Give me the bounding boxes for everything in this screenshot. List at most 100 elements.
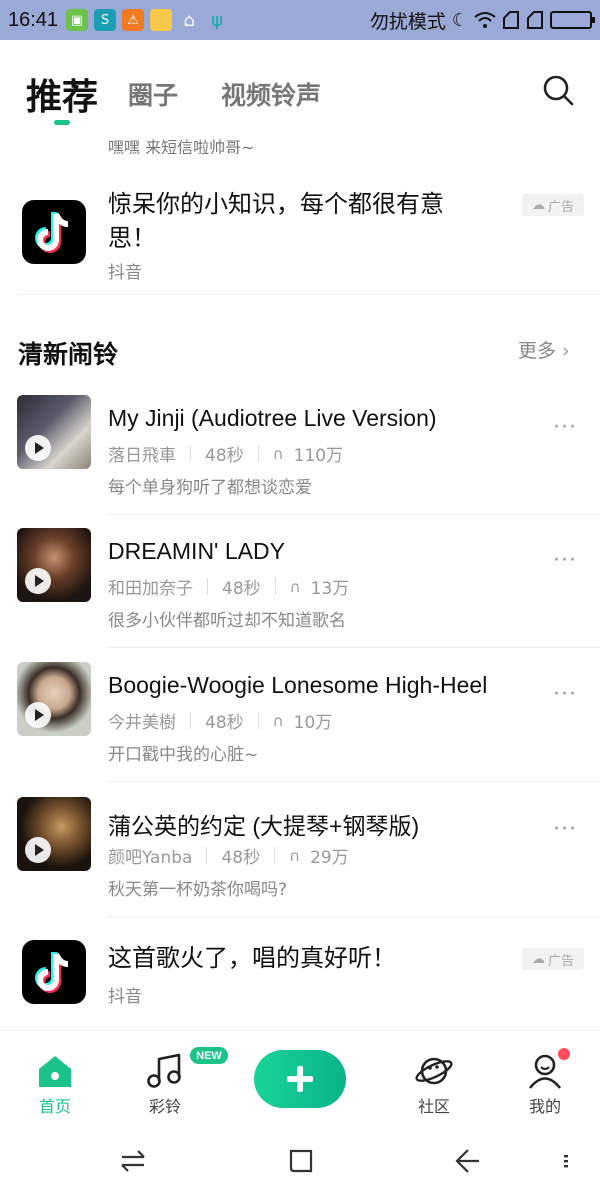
song-cover	[17, 395, 91, 469]
song-artist: 颜吧Yanba	[108, 848, 193, 868]
song-artist: 落日飛車	[108, 446, 176, 466]
ad-source: 抖音	[108, 987, 142, 1007]
switch-apps-icon[interactable]	[118, 1146, 148, 1176]
song-artist: 今井美樹	[108, 713, 176, 733]
song-title: DREAMIN' LADY	[108, 538, 285, 564]
wifi-icon	[474, 12, 496, 28]
ad-title: 惊呆你的小知识，每个都很有意思！	[108, 190, 444, 252]
ad-badge-label: 广告	[547, 199, 574, 215]
signal-icon	[503, 11, 519, 29]
more-options-icon[interactable]: ···	[553, 548, 577, 573]
divider	[108, 647, 600, 648]
planet-icon	[415, 1057, 453, 1085]
more-label: 更多	[518, 340, 557, 362]
list-item[interactable]: 蒲公英的约定 (大提琴+钢琴版) 颜吧Yanba 48秒 ∩ 29万 秋天第一杯…	[0, 797, 600, 917]
back-arrow-icon[interactable]	[452, 1146, 482, 1176]
divider	[108, 514, 600, 515]
status-time: 16:41	[8, 8, 59, 31]
play-icon[interactable]	[25, 837, 51, 863]
warning-icon: ⚠	[122, 9, 145, 31]
section-title: 清新闹铃	[18, 340, 119, 369]
ad-source: 抖音	[108, 263, 142, 283]
dnd-label: 勿扰模式	[369, 10, 446, 33]
song-meta: 今井美樹 48秒 ∩ 10万	[108, 708, 333, 734]
list-item[interactable]: DREAMIN' LADY 和田加奈子 48秒 ∩ 13万 很多小伙伴都听过却不…	[0, 528, 600, 648]
song-plays: 13万	[310, 579, 350, 599]
divider	[108, 781, 600, 782]
nav-mine[interactable]: 我的	[505, 1031, 585, 1117]
notification-dot	[558, 1048, 570, 1060]
headphones-icon: ∩	[272, 711, 284, 730]
system-nav-bar	[0, 1128, 600, 1200]
menu-icon[interactable]	[556, 1146, 576, 1176]
song-title: 蒲公英的约定 (大提琴+钢琴版)	[108, 813, 420, 839]
more-options-icon[interactable]: ···	[553, 415, 577, 440]
list-item[interactable]: My Jinji (Audiotree Live Version) 落日飛車 4…	[0, 395, 600, 515]
headphones-icon: ∩	[272, 444, 284, 463]
song-duration: 48秒	[205, 446, 244, 466]
android-app-icon: ▣	[66, 9, 89, 31]
home-icon	[39, 1056, 71, 1087]
divider	[18, 294, 600, 295]
nav-home-label: 首页	[38, 1097, 71, 1116]
song-artist: 和田加奈子	[108, 579, 193, 599]
chevron-right-icon: ›	[562, 340, 570, 362]
song-plays: 29万	[310, 848, 349, 868]
ad-card[interactable]: 惊呆你的小知识，每个都很有意思！ 抖音 ☁ 广告	[0, 170, 600, 295]
bottom-nav: 首页 彩铃 NEW 社区 我的	[0, 1030, 600, 1128]
song-meta: 颜吧Yanba 48秒 ∩ 29万	[108, 843, 349, 869]
nav-mine-label: 我的	[528, 1097, 561, 1116]
ad-badge: ☁ 广告	[522, 194, 584, 216]
ad-title: 这首歌火了，唱的真好听！	[108, 944, 396, 972]
play-icon[interactable]	[25, 435, 51, 461]
nav-home[interactable]: 首页	[15, 1031, 95, 1117]
song-title: Boogie-Woogie Lonesome High-Heel	[108, 672, 488, 698]
cloud-icon: ☁	[531, 951, 545, 967]
battery-icon	[550, 11, 595, 29]
song-title: My Jinji (Audiotree Live Version)	[108, 405, 437, 431]
music-note-icon	[147, 1053, 181, 1088]
more-options-icon[interactable]: ···	[553, 817, 577, 842]
nav-ringtone[interactable]: 彩铃	[125, 1031, 205, 1117]
ad-card[interactable]: 这首歌火了，唱的真好听！ 抖音 ☁ 广告	[0, 925, 600, 1030]
song-cover	[17, 797, 91, 871]
song-cover	[17, 528, 91, 602]
tab-video-ringtone[interactable]: 视频铃声	[221, 76, 321, 112]
nav-community-label: 社区	[417, 1097, 450, 1116]
song-duration: 48秒	[221, 848, 261, 868]
nav-community[interactable]: 社区	[394, 1031, 474, 1117]
douyin-logo-icon	[22, 940, 86, 1004]
song-cover	[17, 662, 91, 736]
cloud-icon: ☁	[531, 197, 545, 213]
song-description: 每个单身狗听了都想谈恋爱	[108, 478, 312, 498]
moon-icon: ☾	[451, 9, 468, 31]
folder-icon	[150, 9, 173, 31]
douyin-logo-icon	[22, 200, 86, 264]
list-item[interactable]: Boogie-Woogie Lonesome High-Heel 今井美樹 48…	[0, 662, 600, 782]
plus-icon	[287, 1066, 313, 1092]
play-icon[interactable]	[25, 568, 51, 594]
top-tabs: 推荐 圈子 视频铃声	[0, 40, 600, 130]
search-icon[interactable]	[541, 73, 575, 107]
nav-ringtone-label: 彩铃	[148, 1097, 181, 1116]
app-notification-icon: S	[94, 9, 117, 31]
more-link[interactable]: 更多 ›	[518, 336, 570, 363]
song-description: 很多小伙伴都听过却不知道歌名	[108, 611, 346, 631]
song-duration: 48秒	[205, 713, 244, 733]
ad-badge: ☁ 广告	[522, 948, 584, 970]
tab-recommend[interactable]: 推荐	[26, 68, 98, 120]
song-plays: 10万	[293, 713, 333, 733]
signal-icon-2	[527, 11, 543, 29]
cleaner-icon: ⌂	[183, 9, 195, 31]
song-meta: 和田加奈子 48秒 ∩ 13万	[108, 574, 350, 600]
play-icon[interactable]	[25, 702, 51, 728]
headphones-icon: ∩	[289, 577, 301, 596]
add-button[interactable]	[254, 1050, 346, 1108]
active-tab-indicator	[54, 120, 70, 125]
tab-circle[interactable]: 圈子	[128, 76, 178, 112]
status-bar: 16:41 ▣ S ⚠ ⌂ ψ 勿扰模式 ☾	[0, 0, 600, 40]
song-plays: 110万	[293, 446, 344, 466]
more-options-icon[interactable]: ···	[553, 682, 577, 707]
previous-item-description: 嘿嘿 来短信啦帅哥~	[108, 138, 255, 154]
home-square-icon[interactable]	[286, 1146, 316, 1176]
